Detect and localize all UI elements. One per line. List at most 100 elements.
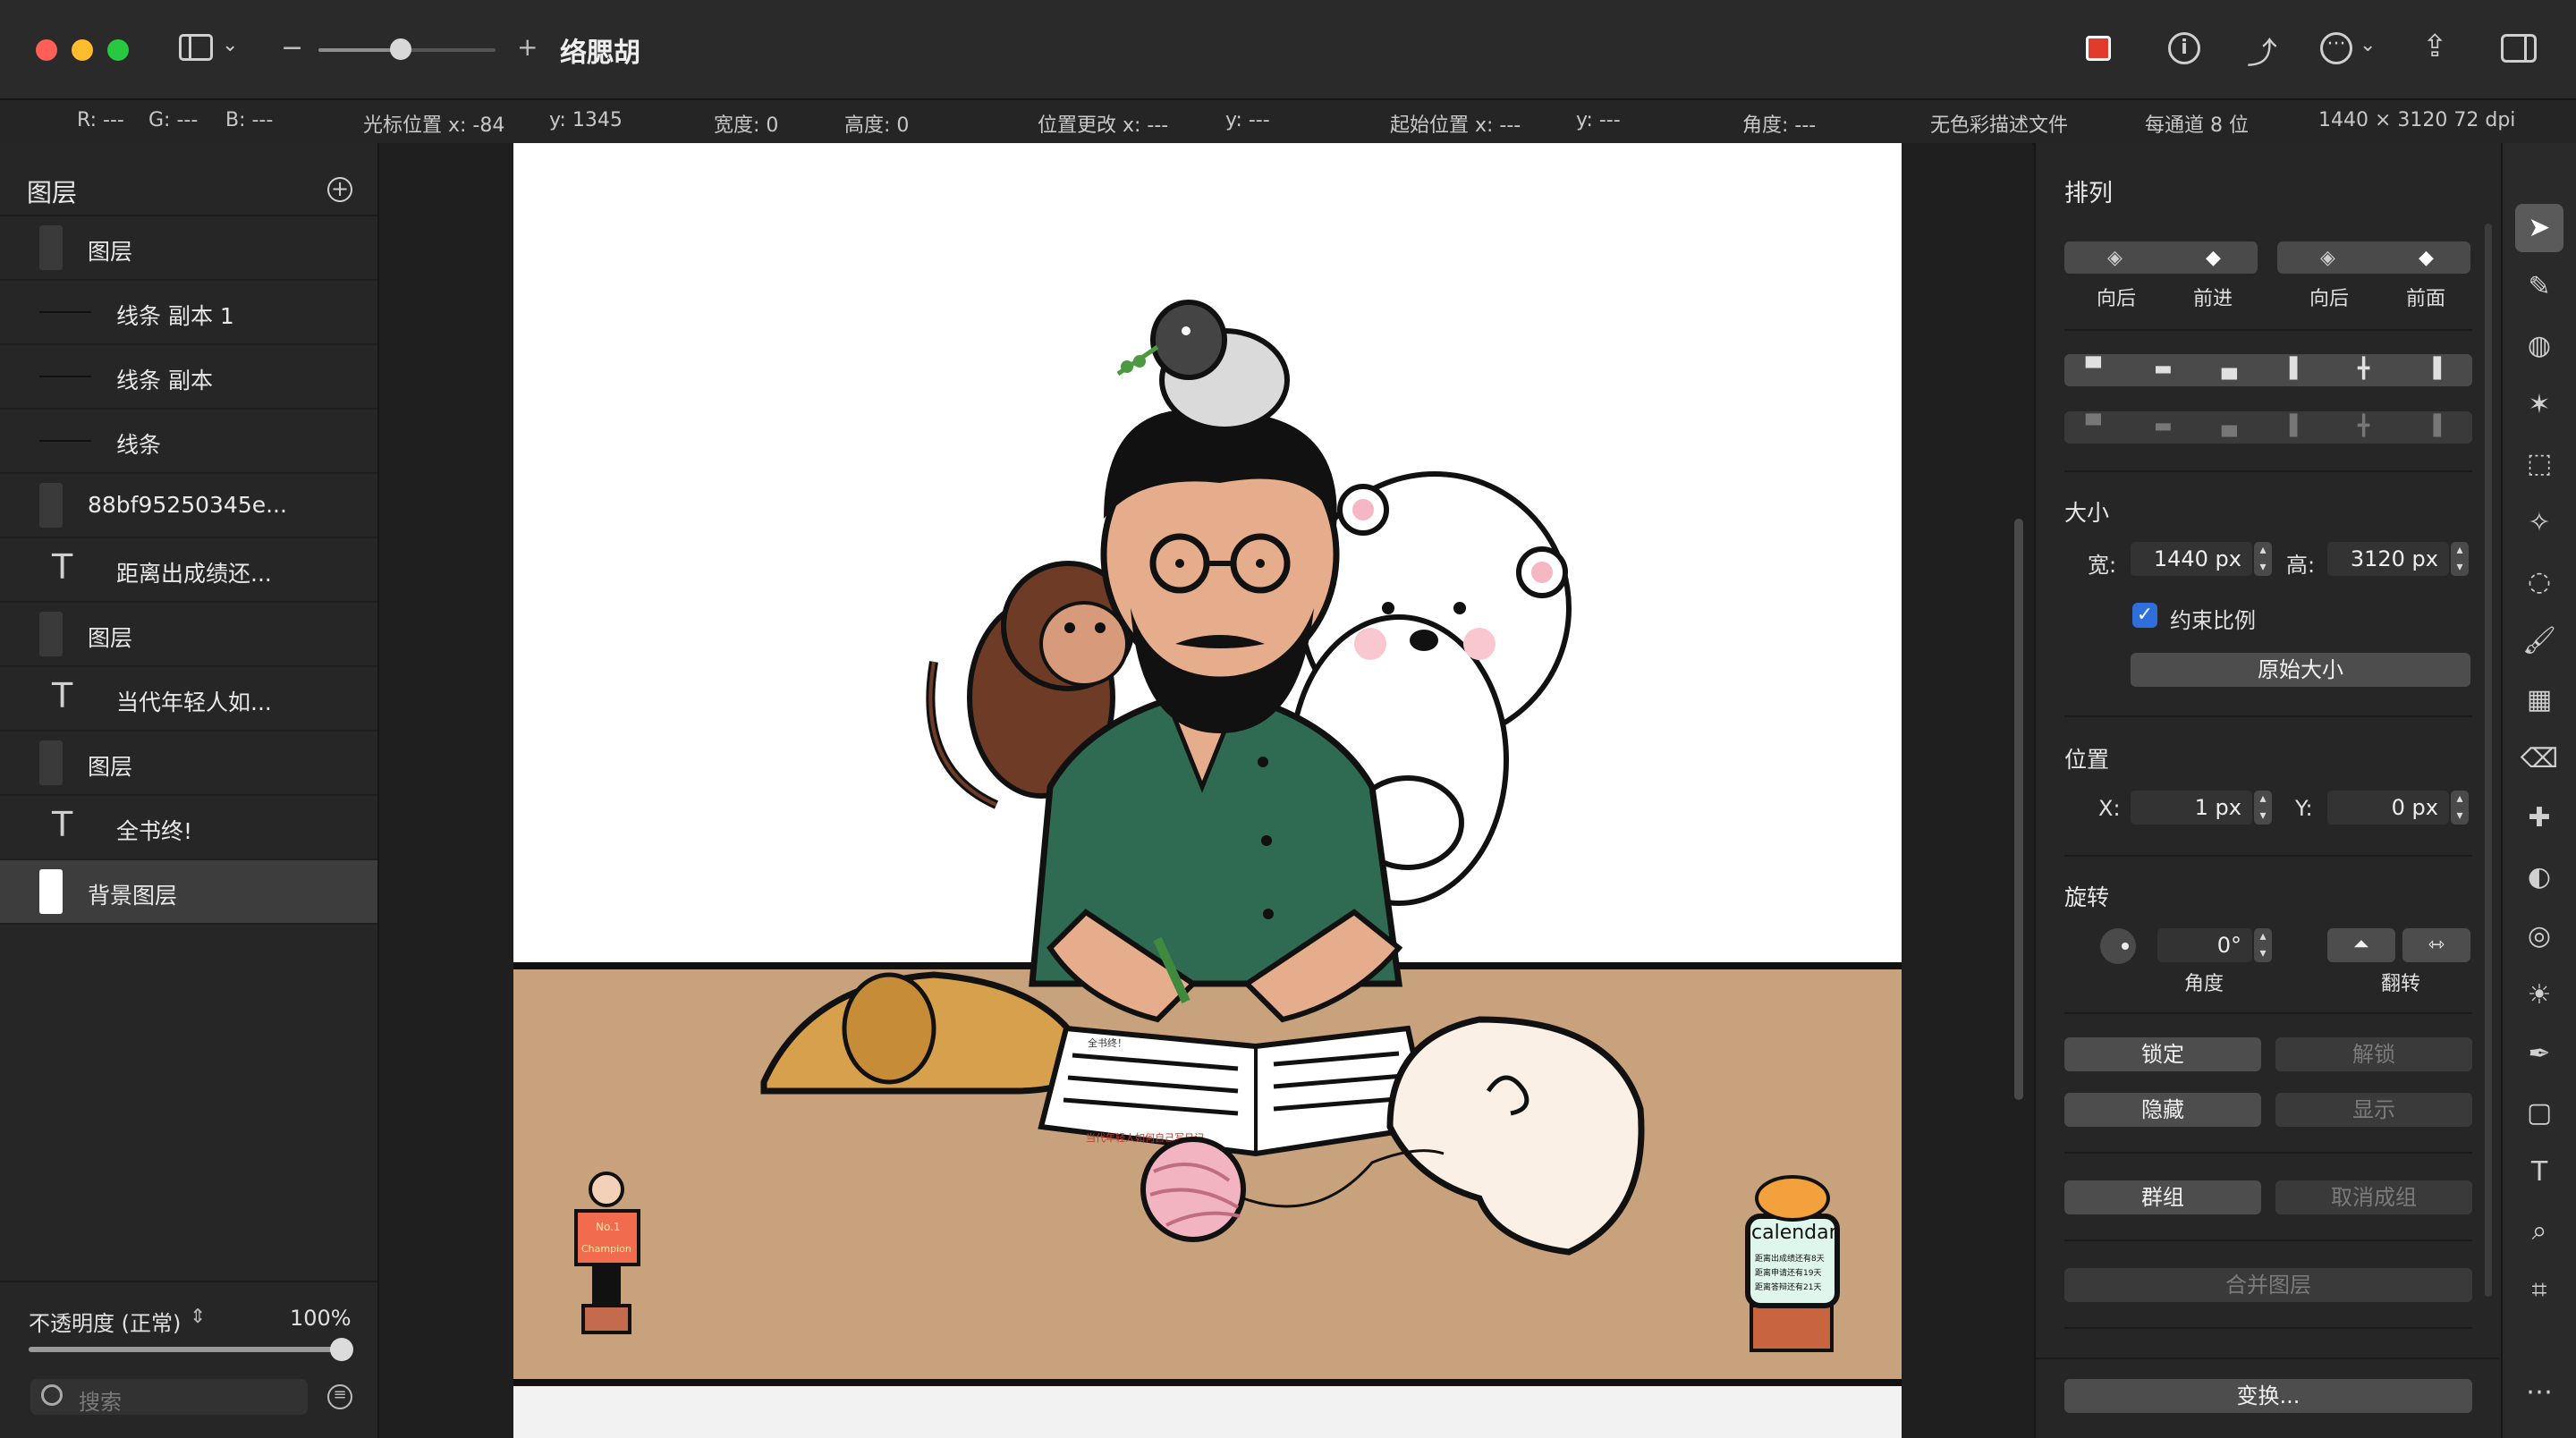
constrain-checkbox[interactable]: ✓	[2132, 603, 2157, 628]
width-input[interactable]: 1440 px	[2131, 542, 2252, 576]
maximize-button[interactable]	[107, 39, 129, 61]
layer-row[interactable]: 图层	[0, 216, 377, 281]
transform-button[interactable]: 变换...	[2064, 1379, 2472, 1413]
arrange-panel-scrollbar[interactable]	[2485, 224, 2492, 1297]
share-icon[interactable]: ⇪	[2422, 29, 2448, 64]
group-button[interactable]: 群组	[2064, 1180, 2261, 1214]
color-effects-icon[interactable]: ◍	[2515, 322, 2563, 370]
zoom-slider[interactable]	[318, 38, 496, 60]
distribute-top-icon[interactable]: ▀	[2086, 415, 2101, 437]
blur-icon[interactable]: ◎	[2515, 912, 2563, 960]
search-field[interactable]: 搜索	[30, 1379, 308, 1415]
canvas-scrollbar[interactable]	[2014, 519, 2023, 1100]
shapes-icon[interactable]: ▢	[2515, 1089, 2563, 1138]
more-tools-icon[interactable]: ⋯	[2515, 1368, 2563, 1417]
layer-row[interactable]: 图层	[0, 603, 377, 667]
height-input[interactable]: 3120 px	[2327, 542, 2449, 576]
paint-brush-icon[interactable]: 🖌	[2515, 617, 2563, 665]
width-stepper[interactable]: ▴ ▾	[2254, 542, 2272, 576]
divider	[2064, 470, 2472, 472]
flip-horizontal-icon[interactable]: ⇿	[2402, 928, 2470, 962]
original-size-button[interactable]: 原始大小	[2131, 653, 2470, 687]
height-stepper[interactable]: ▴ ▾	[2451, 542, 2469, 576]
info-icon[interactable]: i	[2168, 32, 2200, 64]
artwork-canvas[interactable]: 全书终！ 当代年轻人如何自己写日记 No.1 Champion calendar…	[513, 143, 1902, 1438]
angle-stepper[interactable]: ▴ ▾	[2254, 928, 2272, 962]
ungroup-button[interactable]: 取消成组	[2275, 1180, 2472, 1214]
brightness-icon[interactable]: ☀	[2515, 971, 2563, 1019]
x-stepper[interactable]: ▴ ▾	[2254, 791, 2272, 825]
layers-title: 图层	[27, 178, 78, 207]
align-middle-icon[interactable]: ▬	[2154, 358, 2173, 380]
align-top-icon[interactable]: ▀	[2086, 358, 2101, 380]
distribute-right-icon[interactable]: ▐	[2426, 415, 2441, 437]
layer-row[interactable]: 背景图层	[0, 860, 377, 925]
send-backward-icon[interactable]: ◈	[2107, 247, 2123, 269]
sidebar-toggle-icon[interactable]	[179, 34, 213, 61]
distribute-left-icon[interactable]: ▌	[2290, 415, 2305, 437]
color-swap-icon[interactable]	[2086, 36, 2111, 61]
rotate-icon[interactable]: ⤴	[2247, 29, 2277, 72]
lock-button[interactable]: 锁定	[2064, 1037, 2261, 1071]
show-button[interactable]: 显示	[2275, 1093, 2472, 1127]
rotation-dial[interactable]	[2100, 928, 2136, 964]
arrange-tool-icon[interactable]: ➤	[2515, 204, 2563, 252]
align-bottom-icon[interactable]: ▄	[2222, 358, 2237, 380]
layer-row[interactable]: T 全书终!	[0, 796, 377, 860]
layers-panel: 图层 + 图层 线条 副本 1 线条 副本 线条 88bf95250345e... T 距离…	[0, 143, 379, 1438]
layer-row[interactable]: 线条	[0, 410, 377, 474]
zoom-out-button[interactable]: −	[281, 32, 303, 63]
opacity-slider[interactable]	[29, 1338, 353, 1361]
lasso-icon[interactable]: ◌	[2515, 558, 2563, 606]
selection-icon[interactable]: ⬚	[2515, 440, 2563, 488]
send-to-back-icon[interactable]: ◈	[2320, 247, 2335, 269]
layer-row[interactable]: T 当代年轻人如...	[0, 667, 377, 732]
filter-icon[interactable]: ≡	[327, 1384, 352, 1409]
bring-to-front-icon[interactable]: ◆	[2419, 247, 2434, 269]
effects-icon[interactable]: ✶	[2515, 381, 2563, 429]
layer-row[interactable]: 线条 副本 1	[0, 281, 377, 345]
distribute-middle-icon[interactable]: ▬	[2154, 415, 2173, 437]
add-layer-icon[interactable]: +	[327, 177, 352, 202]
layer-row[interactable]: 线条 副本	[0, 345, 377, 410]
pen-icon[interactable]: ✒	[2515, 1030, 2563, 1078]
hide-button[interactable]: 隐藏	[2064, 1093, 2261, 1127]
align-center-icon[interactable]: ╋	[2358, 358, 2369, 380]
x-label: X:	[2098, 796, 2121, 821]
origin-y: y: ---	[1576, 109, 1621, 131]
more-icon[interactable]: ···	[2320, 32, 2352, 64]
angle-input[interactable]: 0°	[2157, 928, 2252, 962]
zoom-in-button[interactable]: +	[517, 32, 538, 62]
zoom-icon[interactable]: ⌕	[2515, 1207, 2563, 1256]
inspector-toggle-icon[interactable]	[2501, 34, 2537, 63]
text-layer-icon: T	[52, 676, 73, 715]
align-right-icon[interactable]: ▐	[2426, 358, 2441, 380]
layer-row[interactable]: 图层	[0, 732, 377, 796]
magic-wand-icon[interactable]: ✧	[2515, 499, 2563, 547]
eraser-icon[interactable]: ⌫	[2515, 735, 2563, 783]
x-input[interactable]: 1 px	[2131, 791, 2252, 825]
color-adjust-icon[interactable]: ✎	[2515, 263, 2563, 311]
layer-row[interactable]: T 距离出成绩还...	[0, 538, 377, 603]
opacity-mode-label[interactable]: 不透明度 (正常)	[29, 1306, 181, 1337]
close-button[interactable]	[36, 39, 57, 61]
y-input[interactable]: 0 px	[2327, 791, 2449, 825]
unlock-button[interactable]: 解锁	[2275, 1037, 2472, 1071]
more-chevron-icon[interactable]: ⌄	[2360, 34, 2376, 56]
bring-forward-icon[interactable]: ◆	[2206, 247, 2221, 269]
opacity-mode-chevron-icon[interactable]: ⇕	[190, 1306, 206, 1328]
gradient-icon[interactable]: ▦	[2515, 676, 2563, 724]
y-stepper[interactable]: ▴ ▾	[2451, 791, 2469, 825]
chevron-down-icon[interactable]: ⌄	[222, 34, 238, 56]
distribute-bottom-icon[interactable]: ▄	[2222, 415, 2237, 437]
text-tool-icon[interactable]: T	[2515, 1148, 2563, 1197]
flip-vertical-icon[interactable]: ⏶	[2327, 928, 2395, 962]
align-left-icon[interactable]: ▌	[2290, 358, 2305, 380]
smudge-icon[interactable]: ◐	[2515, 853, 2563, 901]
bandage-icon[interactable]: ✚	[2515, 794, 2563, 842]
crop-icon[interactable]: ⌗	[2515, 1266, 2563, 1315]
merge-layers-button[interactable]: 合并图层	[2064, 1268, 2472, 1302]
distribute-center-icon[interactable]: ╋	[2358, 415, 2369, 437]
minimize-button[interactable]	[72, 39, 93, 61]
layer-row[interactable]: 88bf95250345e...	[0, 474, 377, 538]
